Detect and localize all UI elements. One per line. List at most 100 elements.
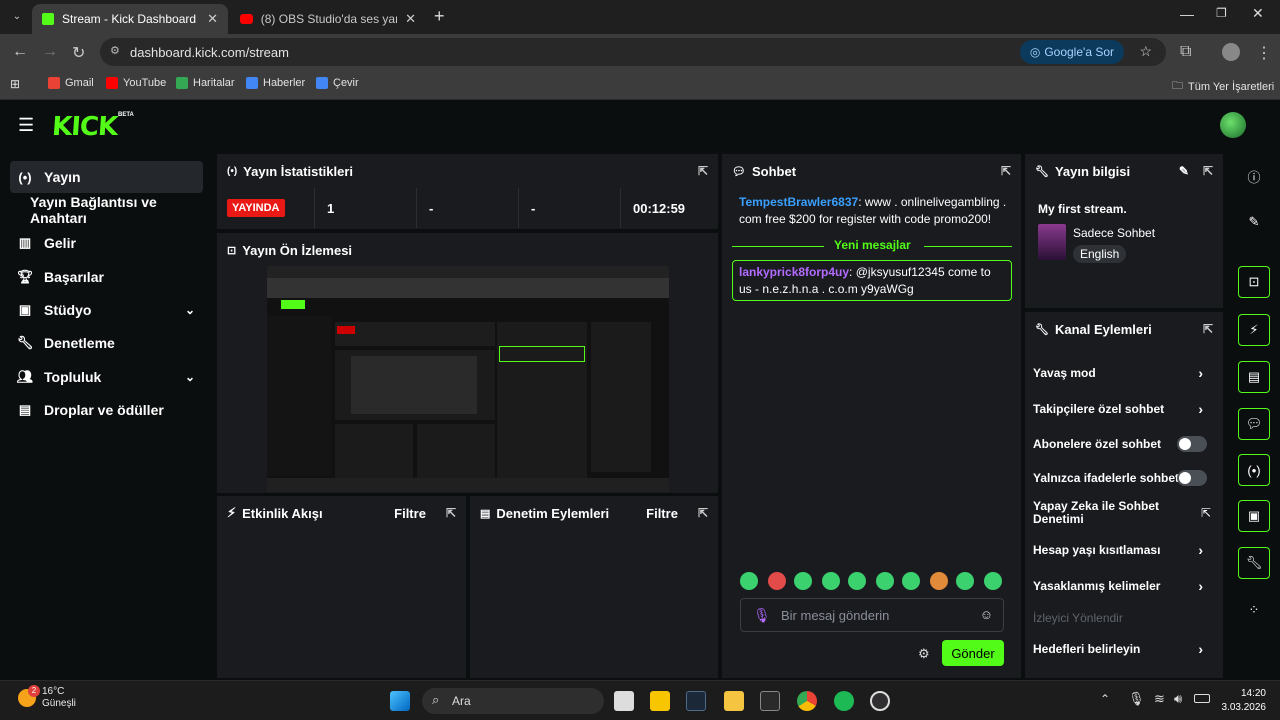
bookmark-maps[interactable]: Haritalar [176,77,235,89]
filter-button[interactable]: Filtre [394,506,426,521]
volume-icon[interactable]: 🔊︎ [1174,691,1182,707]
sidebar-item-revenue[interactable]: ▥ Gelir [10,227,203,259]
action-ai-moderation[interactable]: Yapay Zeka ile Sohbet Denetimi [1033,500,1183,526]
action-account-age[interactable]: Hesap yaşı kısıtlaması › [1033,541,1215,559]
popout-icon[interactable]: ⇱ [698,164,708,178]
apps-grid-icon[interactable]: ⊞ [10,77,20,91]
filter-button[interactable]: Filtre [646,506,678,521]
google-ask-button[interactable]: ◎ Google'a Sor [1019,40,1124,64]
steam-icon[interactable] [686,691,706,711]
maximize-button[interactable]: ❐ [1216,6,1227,20]
windows-start-icon[interactable] [390,691,410,711]
bookmark-star-icon[interactable]: ☆ [1139,43,1152,60]
emote-icon[interactable] [848,572,866,590]
chat-username[interactable]: lankyprick8forp4uy [739,265,849,279]
emote-icon[interactable] [768,572,786,590]
action-slow-mode[interactable]: Yavaş mod › [1033,364,1215,382]
forward-icon[interactable]: → [42,43,58,61]
more-apps-icon[interactable]: ⁘ [1238,594,1270,626]
popout-icon[interactable]: ⇱ [1203,164,1213,178]
extensions-icon[interactable]: ⧉ [1180,43,1191,61]
kick-logo[interactable]: KICK [51,112,118,142]
action-set-goals[interactable]: Hedefleri belirleyin › [1033,640,1215,658]
emote-icon[interactable] [956,572,974,590]
document-icon[interactable]: ▤ [1238,361,1270,393]
chat-message-input[interactable]: 🎙︎ Bir mesaj gönderin ☺ [740,598,1004,632]
tab-obs-video[interactable]: (8) OBS Studio'da ses yankısını ✕ [230,4,426,34]
microphone-icon[interactable]: 🎙︎ [753,607,771,624]
wifi-icon[interactable]: ≋ [1154,691,1165,707]
stream-preview-video[interactable] [267,266,669,492]
emote-icon[interactable] [794,572,812,590]
reload-icon[interactable]: ↻ [72,43,85,63]
sidebar-item-moderation[interactable]: 🔧︎ Denetleme [10,327,203,359]
bookmark-news[interactable]: Haberler [246,77,305,89]
action-subscribers-only[interactable]: Abonelere özel sohbet [1033,435,1215,453]
emote-icon[interactable] [822,572,840,590]
tab-kick-dashboard[interactable]: Stream - Kick Dashboard ✕ [32,4,228,34]
wrench-icon[interactable]: 🔧︎ [1238,547,1270,579]
microphone-icon[interactable]: 🎙︎ [1128,691,1145,707]
clock[interactable]: 14:20 3.03.2026 [1220,687,1267,715]
preview-toggle-icon[interactable]: ⊡ [1238,266,1270,298]
close-tab-icon[interactable]: ✕ [207,11,218,27]
chrome-icon[interactable] [797,691,817,711]
sidebar-item-stream-key[interactable]: Yayın Bağlantısı ve Anahtarı [10,194,203,226]
new-tab-button[interactable]: + [434,6,445,27]
chat-settings-icon[interactable]: ⚙ [918,646,930,662]
site-info-icon[interactable]: ⚙ [110,44,120,57]
profile-avatar[interactable] [1222,43,1240,61]
close-tab-icon[interactable]: ✕ [405,11,416,27]
emotes-only-toggle[interactable] [1177,470,1207,486]
action-followers-only[interactable]: Takipçilere özel sohbet › [1033,400,1215,418]
sidebar-item-drops[interactable]: ▤ Droplar ve ödüller [10,394,203,426]
action-banned-words[interactable]: Yasaklanmış kelimeler › [1033,577,1215,595]
chat-username[interactable]: TempestBrawler6837 [739,195,858,209]
minimize-button[interactable]: — [1180,6,1194,22]
tab-list-button[interactable]: ⌄ [8,8,26,26]
popout-icon[interactable]: ⇱ [698,506,708,520]
sidebar-item-achievements[interactable]: 🏆︎ Başarılar [10,261,203,293]
broadcast-icon[interactable]: (•) [1238,454,1270,486]
external-link-icon[interactable]: ⇱ [1201,506,1211,520]
emote-icon[interactable] [930,572,948,590]
hamburger-menu-icon[interactable]: ☰ [18,115,34,136]
chevron-up-icon[interactable]: ⌃ [1100,692,1110,706]
menu-kebab-icon[interactable]: ⋮ [1256,43,1272,63]
epic-games-icon[interactable] [760,691,780,711]
emote-icon[interactable] [902,572,920,590]
spotify-icon[interactable] [834,691,854,711]
weather-widget[interactable]: 2 16°C Güneşli [18,685,76,710]
bookmark-translate[interactable]: Çevir [316,77,359,89]
emote-icon[interactable] [984,572,1002,590]
edit-pencil-icon[interactable]: ✎ [1238,206,1270,238]
close-window-button[interactable]: ✕ [1252,5,1264,22]
lightning-icon[interactable]: ⚡︎ [1238,314,1270,346]
bookmark-gmail[interactable]: Gmail [48,77,94,89]
app-icon[interactable] [650,691,670,711]
send-button[interactable]: Gönder [942,640,1004,666]
taskbar-search[interactable]: ⌕ Ara [422,688,604,714]
emoji-picker-icon[interactable]: ☺ [980,607,993,622]
action-emotes-only[interactable]: Yalnızca ifadelerle sohbet [1033,469,1215,487]
all-bookmarks[interactable]: 🗀 Tüm Yer İşaretleri [1172,77,1274,96]
subscribers-only-toggle[interactable] [1177,436,1207,452]
popout-icon[interactable]: ⇱ [1001,164,1011,178]
edit-pencil-icon[interactable]: ✎ [1179,164,1189,178]
studio-icon[interactable]: ▣ [1238,500,1270,532]
info-icon[interactable]: ⓘ [1238,160,1270,192]
emote-icon[interactable] [876,572,894,590]
battery-icon[interactable] [1194,694,1210,703]
chat-bubble-icon[interactable]: 💬︎ [1238,408,1270,440]
sidebar-item-stream[interactable]: (•) Yayın [10,161,203,193]
sidebar-item-studio[interactable]: ▣ Stüdyo ⌄ [10,294,203,326]
obs-icon[interactable] [870,691,890,711]
popout-icon[interactable]: ⇱ [446,506,456,520]
address-bar[interactable]: ⚙ dashboard.kick.com/stream ◎ Google'a S… [100,38,1166,66]
file-explorer-icon[interactable] [724,691,744,711]
sidebar-item-community[interactable]: 👥︎ Topluluk ⌄ [10,361,203,393]
back-icon[interactable]: ← [12,43,28,61]
bookmark-youtube[interactable]: YouTube [106,77,166,89]
user-avatar[interactable] [1220,112,1246,138]
task-view-icon[interactable] [614,691,634,711]
